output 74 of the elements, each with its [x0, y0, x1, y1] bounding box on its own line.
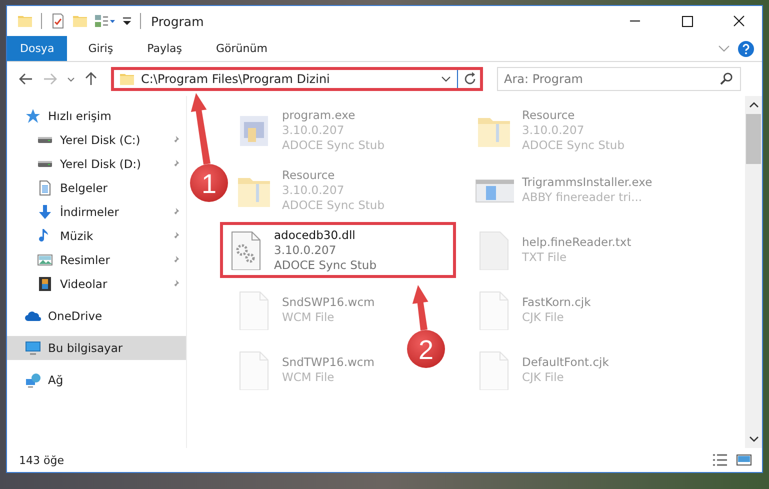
scroll-up-icon[interactable] — [748, 102, 758, 108]
sidebar-item[interactable]: Resimler — [7, 248, 186, 272]
search-icon[interactable] — [720, 72, 733, 85]
address-bar[interactable]: C:\Program Files\Program Dizini — [111, 67, 483, 91]
drive-icon — [37, 160, 53, 168]
file-detail: ADOCE Sync Stub — [274, 258, 376, 272]
step-number-badge: 1 — [190, 164, 228, 202]
sidebar-item[interactable]: OneDrive — [7, 304, 186, 328]
file-detail: ADOCE Sync Stub — [282, 138, 384, 152]
expand-ribbon-icon[interactable] — [718, 44, 730, 52]
scrollbar[interactable] — [745, 96, 762, 448]
sidebar-item[interactable]: Bu bilgisayar — [7, 336, 186, 360]
annotation-arrow — [190, 93, 210, 164]
file-detail: 3.10.0.207 — [522, 122, 586, 138]
file-detail: 3.10.0.207 — [282, 182, 346, 198]
folder-icon — [119, 71, 135, 87]
star-icon — [25, 108, 41, 124]
file-name: Resource — [282, 168, 336, 182]
monitor-icon — [25, 340, 41, 356]
file-detail: WCM File — [282, 370, 336, 385]
file-name: Resource — [522, 108, 576, 122]
item-count: 143 öğe — [19, 454, 64, 466]
address-dropdown-icon[interactable] — [441, 76, 451, 82]
recent-dropdown-icon[interactable] — [67, 76, 75, 82]
file-detail: 3.10.0.207 — [282, 122, 346, 138]
picture-icon — [37, 252, 53, 268]
file-detail: CJK File — [522, 370, 565, 385]
file-detail: CJK File — [522, 310, 565, 325]
sidebar-item[interactable]: Müzik — [7, 224, 186, 248]
ribbon-tab[interactable]: Paylaş — [134, 36, 195, 61]
file-tile[interactable]: adocedb30.dll 3.10.0.207 ADOCE Sync Stub — [220, 222, 456, 278]
sidebar-item[interactable]: İndirmeler — [7, 200, 186, 224]
file-name: FastKorn.cjk — [522, 295, 591, 310]
ribbon-tab[interactable]: Giriş — [75, 36, 126, 61]
file-name: DefaultFont.cjk — [522, 355, 609, 370]
film-icon — [37, 276, 53, 292]
sidebar-item[interactable]: Hızlı erişim — [7, 104, 186, 128]
step-number-badge: 2 — [407, 330, 445, 368]
file-detail: ADOCE Sync Stub — [282, 198, 384, 212]
file-detail: ABBY finereader tri... — [522, 190, 644, 205]
file-detail: ADOCE Sync Stub — [522, 138, 624, 152]
file-detail: TXT File — [522, 250, 568, 265]
file-detail: WCM File — [282, 310, 336, 325]
document-icon — [37, 180, 53, 196]
scrollbar-thumb[interactable] — [746, 114, 761, 164]
sidebar-item[interactable]: Belgeler — [7, 176, 186, 200]
sidebar-item[interactable]: Yerel Disk (D:) — [7, 152, 186, 176]
annotation-arrow — [412, 285, 428, 330]
up-arrow-icon[interactable] — [85, 72, 97, 86]
search-field[interactable]: Ara: Program — [497, 67, 741, 91]
ribbon-tab[interactable]: Görünüm — [203, 36, 280, 61]
ribbon-tab[interactable]: Dosya — [7, 36, 68, 61]
details-view-icon[interactable] — [712, 453, 728, 467]
sidebar-item[interactable]: Ağ — [7, 368, 186, 392]
scroll-down-icon[interactable] — [748, 436, 758, 442]
file-name: TrigrammsInstaller.exe — [522, 175, 652, 190]
help-icon[interactable] — [738, 40, 754, 56]
sidebar-item[interactable]: Videolar — [7, 272, 186, 296]
back-arrow-icon[interactable] — [19, 73, 33, 85]
address-path[interactable]: C:\Program Files\Program Dizini — [141, 72, 330, 86]
checklist-icon[interactable] — [50, 13, 66, 29]
window-title: Program — [151, 14, 204, 28]
download-arrow-icon — [37, 204, 53, 220]
file-detail: 3.10.0.207 — [274, 242, 338, 258]
sidebar-item[interactable]: Yerel Disk (C:) — [7, 128, 186, 152]
file-name: SndSWP16.wcm — [282, 295, 375, 310]
large-icons-view-icon[interactable] — [736, 453, 752, 467]
file-name: help.fineReader.txt — [522, 235, 632, 250]
properties-icon[interactable] — [94, 13, 116, 29]
file-name: SndTWP16.wcm — [282, 355, 374, 370]
file-name: program.exe — [282, 108, 356, 122]
network-icon — [25, 372, 41, 388]
drive-icon — [37, 136, 53, 144]
file-name: adocedb30.dll — [274, 228, 356, 242]
